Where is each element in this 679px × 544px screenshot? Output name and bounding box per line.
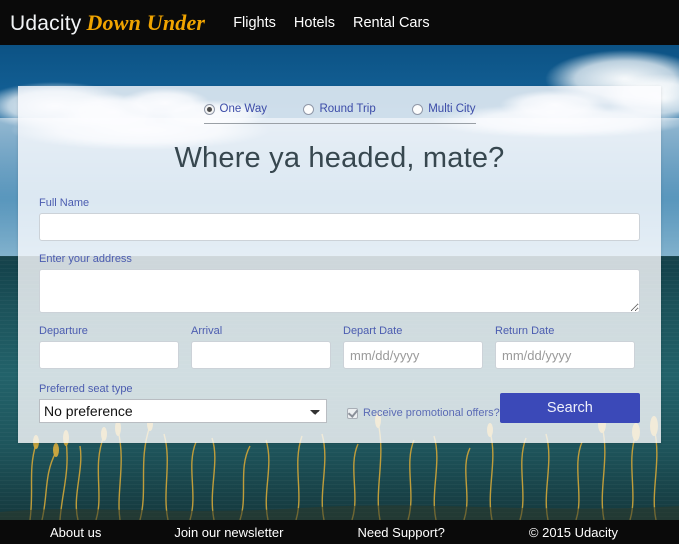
trip-option-one-way[interactable]: One Way: [203, 103, 268, 115]
field-group-full-name: Full Name: [39, 197, 640, 241]
trip-option-label: One Way: [219, 103, 268, 115]
search-button[interactable]: Search: [499, 393, 640, 423]
nav-link-hotels[interactable]: Hotels: [294, 15, 335, 31]
departure-label: Departure: [39, 325, 88, 337]
radio-button-icon[interactable]: [303, 103, 315, 115]
logo-brand-text: Udacity: [10, 11, 82, 35]
trip-option-multi-city[interactable]: Multi City: [412, 103, 476, 115]
travel-booking-page: Udacity Down Under Flights Hotels Rental …: [0, 0, 679, 544]
radio-button-icon[interactable]: [203, 103, 215, 115]
top-navigation-bar: Udacity Down Under Flights Hotels Rental …: [0, 0, 679, 45]
field-group-seat-type: Preferred seat type No preference Aisle …: [39, 383, 327, 423]
arrival-label: Arrival: [191, 325, 223, 337]
address-textarea[interactable]: [39, 269, 640, 313]
radio-button-icon[interactable]: [412, 103, 424, 115]
promo-offers-label: Receive promotional offers?: [363, 407, 500, 419]
full-name-label: Full Name: [39, 197, 90, 209]
return-date-label: Return Date: [495, 325, 555, 337]
trip-option-label: Round Trip: [319, 103, 376, 115]
page-title: Where ya headed, mate?: [174, 142, 505, 174]
footer-bar: About us Join our newsletter Need Suppor…: [0, 520, 679, 544]
field-group-address: Enter your address: [39, 253, 640, 313]
field-group-return-date: Return Date: [495, 325, 635, 369]
form-fields: Full Name Enter your address Departure A…: [18, 197, 661, 423]
checkbox-icon[interactable]: [347, 407, 358, 419]
seat-type-label: Preferred seat type: [39, 383, 133, 395]
full-name-input[interactable]: [39, 213, 640, 241]
nav-link-rental-cars[interactable]: Rental Cars: [353, 15, 430, 31]
form-actions-row: Preferred seat type No preference Aisle …: [39, 383, 640, 423]
trip-type-radio-group: One Way Round Trip Multi City: [203, 103, 476, 124]
field-group-depart-date: Depart Date: [343, 325, 483, 369]
route-and-dates-row: Departure Arrival Depart Date Return Dat…: [39, 325, 640, 369]
footer-copyright: © 2015 Udacity: [528, 524, 618, 540]
site-logo[interactable]: Udacity Down Under: [10, 10, 205, 36]
primary-nav: Flights Hotels Rental Cars: [233, 15, 429, 31]
booking-form-panel: One Way Round Trip Multi City Where ya h…: [18, 86, 661, 443]
promo-offers-checkbox-row[interactable]: Receive promotional offers?: [347, 407, 500, 419]
nav-link-flights[interactable]: Flights: [233, 15, 276, 31]
field-group-departure: Departure: [39, 325, 179, 369]
depart-date-input[interactable]: [343, 341, 483, 369]
seat-type-select[interactable]: No preference Aisle Window Middle: [39, 399, 327, 423]
footer-link-about-us[interactable]: About us: [50, 525, 101, 540]
footer-link-newsletter[interactable]: Join our newsletter: [174, 525, 283, 540]
field-group-arrival: Arrival: [191, 325, 331, 369]
trip-option-label: Multi City: [428, 103, 476, 115]
departure-input[interactable]: [39, 341, 179, 369]
trip-option-round-trip[interactable]: Round Trip: [303, 103, 376, 115]
logo-tagline-text: Down Under: [86, 9, 206, 35]
footer-link-support[interactable]: Need Support?: [357, 525, 444, 540]
address-label: Enter your address: [39, 253, 132, 265]
arrival-input[interactable]: [191, 341, 331, 369]
depart-date-label: Depart Date: [343, 325, 403, 337]
return-date-input[interactable]: [495, 341, 635, 369]
